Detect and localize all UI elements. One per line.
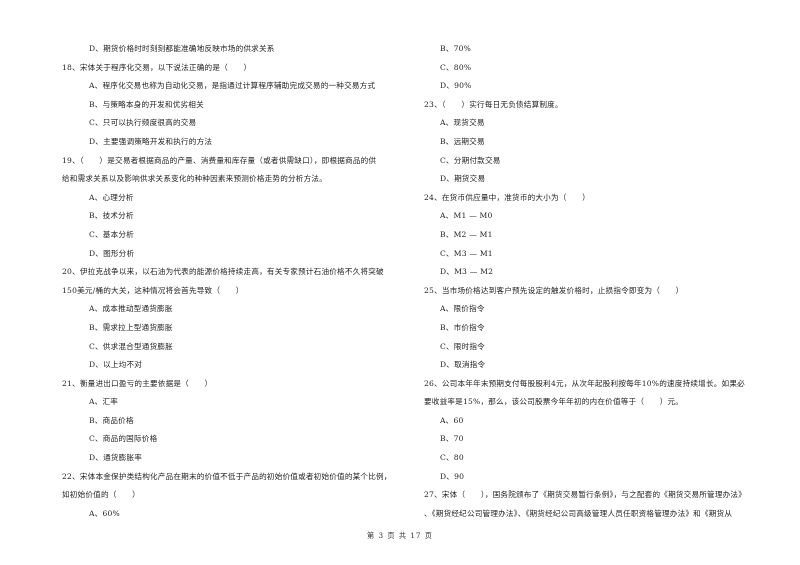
answer-option: C、分期付款交易	[440, 155, 501, 165]
question-text: 23、（ ）实行每日无负债结算制度。	[424, 99, 563, 109]
answer-option: C、只可以执行频度很高的交易	[89, 118, 197, 128]
question-text: 19、（ ）是交易者根据商品的产量、消费量和库存量（或者供需缺口），即根据商品的…	[62, 155, 377, 165]
answer-option: B、70%	[440, 44, 472, 53]
answer-option: C、M3 — M1	[440, 248, 493, 258]
answer-option: B、商品价格	[89, 415, 134, 425]
document-page: D、期货价格时时刻刻都能准确地反映市场的供求关系 18、宋体关于程序化交易，以下说…	[0, 0, 800, 565]
question-text: 27、宋体（ ），国务院颁布了《期货交易暂行条例》，与之配套的《期货交易所管理办…	[424, 490, 747, 500]
answer-option: A、限价指令	[440, 304, 485, 314]
answer-option: D、期货价格时时刻刻都能准确地反映市场的供求关系	[89, 44, 275, 53]
answer-option: D、M3 — M2	[440, 267, 494, 277]
answer-option: D、期货交易	[440, 174, 486, 184]
question-text: 25、当市场价格达到客户预先设定的触发价格时，止损指令即变为（ ）	[424, 285, 684, 295]
answer-option: B、M2 — M1	[440, 229, 493, 239]
answer-option: D、取消指令	[440, 360, 486, 370]
answer-option: C、80%	[440, 62, 472, 72]
left-column: D、期货价格时时刻刻都能准确地反映市场的供求关系 18、宋体关于程序化交易，以下说…	[62, 40, 412, 523]
question-text: 24、在货币供应量中，准货币的大小为（ ）	[424, 192, 590, 202]
question-text: 给和需求关系以及影响供求关系变化的种种因素来预测价格走势的分析方法。	[62, 174, 327, 184]
question-text: 21、衡量进出口盈亏的主要依据是（ ）	[62, 378, 213, 388]
answer-option: A、现货交易	[440, 118, 485, 128]
question-text: 150美元/桶的大关，这种情况将会首先导致（ ）	[62, 285, 244, 295]
answer-option: A、60	[440, 415, 464, 425]
answer-option: D、以上均不对	[89, 360, 143, 370]
question-text: 如初始价值的（ ）	[62, 490, 140, 500]
answer-option: C、基本分析	[89, 229, 134, 239]
answer-option: B、市价指令	[440, 322, 485, 332]
answer-option: B、70	[440, 434, 464, 444]
right-column: B、70% C、80% D、90% 23、（ ）实行每日无负债结算制度。 A、现货交易 B…	[424, 40, 774, 523]
answer-option: B、远期交易	[440, 136, 485, 146]
question-text: 要收益率是15%，那么，该公司股票今年年初的内在价值等于（ ）元。	[424, 397, 684, 407]
answer-option: A、心理分析	[89, 192, 134, 202]
answer-option: C、商品的国际价格	[89, 434, 158, 444]
question-text: 18、宋体关于程序化交易，以下说法正确的是（ ）	[62, 62, 252, 72]
question-text: 26、公司本年年末预期支付每股股利4元，从次年起股利按每年10%的速度持续增长。…	[424, 378, 745, 388]
question-text: 、《期货经纪公司管理办法》、《期货经纪公司高级管理人员任职资格管理办法》和《期货…	[424, 508, 733, 518]
question-text: 22、宋体本金保护类结构化产品在期末的价值不低于产品的初始价值或者初始价值的某个…	[62, 471, 392, 481]
answer-option: A、M1 — M0	[440, 211, 493, 221]
answer-option: B、与策略本身的开发和优劣相关	[89, 99, 204, 109]
answer-option: C、80	[440, 453, 464, 463]
page-footer: 第 3 页 共 17 页	[367, 531, 433, 540]
answer-option: A、程序化交易也称为自动化交易，是指通过计算程序辅助完成交易的一种交易方式	[89, 81, 376, 91]
answer-option: D、90	[440, 471, 465, 481]
answer-option: D、图形分析	[89, 248, 135, 258]
answer-option: B、需求拉上型通货膨胀	[89, 322, 173, 332]
answer-option: C、限时指令	[440, 341, 485, 351]
answer-option: D、主要强调策略开发和执行的方法	[89, 136, 213, 146]
answer-option: A、60%	[89, 508, 120, 518]
answer-option: A、成本推动型通货膨胀	[89, 304, 173, 314]
question-text: 20、伊拉克战争以来，以石油为代表的能源价格持续走高，有关专家预计石油价格不久将…	[62, 267, 384, 277]
answer-option: A、汇率	[89, 397, 119, 407]
answer-option: D、90%	[440, 81, 472, 91]
answer-option: C、供求混合型通货膨胀	[89, 341, 173, 351]
answer-option: D、通货膨胀率	[89, 453, 143, 463]
answer-option: B、技术分析	[89, 211, 134, 221]
